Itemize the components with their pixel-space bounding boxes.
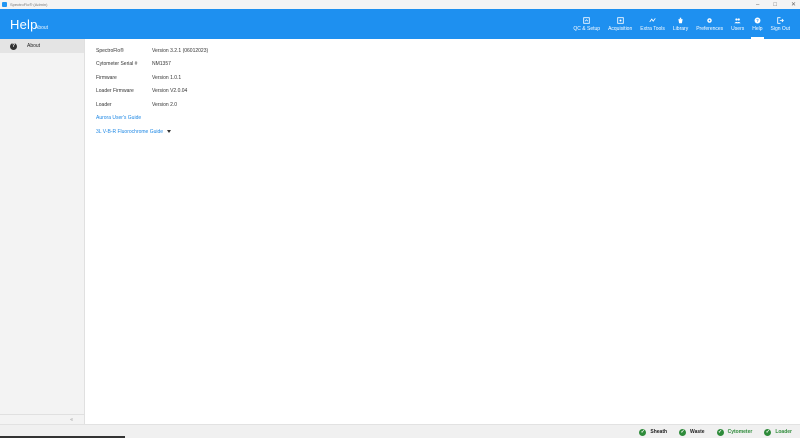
- chevron-down-icon[interactable]: [167, 130, 172, 134]
- nav-preferences[interactable]: Preferences: [692, 9, 727, 39]
- app-header: Help About QC & Setup Acquisition Extra …: [0, 9, 800, 39]
- info-key: Firmware: [96, 74, 117, 81]
- about-panel: SpectroFlo® Version 3.2.1 (06012023) Cyt…: [96, 44, 208, 139]
- info-row: Loader Version 2.0: [96, 98, 208, 112]
- minimize-icon[interactable]: –: [756, 2, 759, 8]
- sign-out-icon: [777, 16, 784, 24]
- status-cytometer: ✓ Cytometer: [716, 428, 753, 436]
- page-title: Help: [10, 17, 38, 32]
- info-key: Loader Firmware: [96, 88, 134, 95]
- nav-help[interactable]: ? Help: [748, 9, 766, 39]
- sidebar-footer: «: [0, 414, 85, 424]
- status-label: Loader: [775, 429, 792, 435]
- sidebar-item-label: About: [27, 43, 41, 49]
- nav-extra-tools[interactable]: Extra Tools: [636, 9, 669, 39]
- info-row: SpectroFlo® Version 3.2.1 (06012023): [96, 44, 208, 58]
- fluorochrome-guide-link[interactable]: 3L V-B-R Fluorochrome Guide: [96, 125, 208, 139]
- nav-label: Acquisition: [608, 25, 633, 32]
- status-sheath: ✓ Sheath: [639, 428, 668, 436]
- info-row: Cytometer Serial # NM1357: [96, 58, 208, 72]
- acquisition-icon: [616, 16, 624, 24]
- info-value: Version V2.0.04: [152, 88, 188, 95]
- info-value: Version 2.0: [152, 101, 178, 108]
- check-icon: ✓: [639, 428, 647, 436]
- sidebar: ? About «: [0, 39, 85, 424]
- nav-acquisition[interactable]: Acquisition: [604, 9, 636, 39]
- close-icon[interactable]: ✕: [791, 1, 796, 8]
- info-key: Loader: [96, 101, 112, 108]
- status-bar: ✓ Sheath ✓ Waste ✓ Cytometer ✓ Loader: [0, 424, 800, 438]
- info-value: Version 3.2.1 (06012023): [152, 47, 209, 54]
- status-loader: ✓ Loader: [764, 428, 792, 436]
- nav-label: Sign Out: [770, 25, 790, 32]
- sidebar-item-about[interactable]: ? About: [0, 39, 84, 53]
- info-row: Loader Firmware Version V2.0.04: [96, 85, 208, 99]
- collapse-sidebar-icon[interactable]: «: [70, 417, 73, 423]
- nav-label: Help: [752, 25, 763, 32]
- info-key: Cytometer Serial #: [96, 61, 138, 68]
- status-waste: ✓ Waste: [679, 428, 705, 436]
- top-nav: QC & Setup Acquisition Extra Tools Libra…: [569, 9, 794, 39]
- status-label: Sheath: [650, 429, 668, 435]
- nav-qc-setup[interactable]: QC & Setup: [569, 9, 604, 39]
- nav-label: Library: [672, 25, 689, 32]
- qc-icon: [583, 16, 590, 24]
- info-row: Firmware Version 1.0.1: [96, 71, 208, 85]
- check-icon: ✓: [716, 428, 724, 436]
- info-value: Version 1.0.1: [152, 74, 182, 81]
- library-icon: [678, 17, 683, 23]
- nav-library[interactable]: Library: [669, 9, 692, 39]
- gear-icon: [707, 17, 712, 23]
- info-value: NM1357: [152, 61, 171, 68]
- nav-label: Users: [731, 25, 745, 32]
- status-label: Cytometer: [727, 429, 753, 435]
- nav-sign-out[interactable]: Sign Out: [767, 9, 794, 39]
- check-icon: ✓: [764, 428, 772, 436]
- app-icon: [2, 2, 7, 7]
- info-key: SpectroFlo®: [96, 47, 124, 54]
- maximize-icon[interactable]: □: [773, 2, 777, 8]
- users-icon: [734, 17, 741, 23]
- nav-label: Preferences: [696, 25, 724, 32]
- nav-users[interactable]: Users: [727, 9, 748, 39]
- window-controls: – □ ✕: [756, 0, 796, 9]
- page-subtitle: About: [35, 25, 49, 31]
- window-titlebar: SpectroFlo® (Admin) – □ ✕: [0, 0, 800, 9]
- status-indicators: ✓ Sheath ✓ Waste ✓ Cytometer ✓ Loader: [639, 425, 792, 439]
- window-title: SpectroFlo® (Admin): [10, 2, 48, 7]
- help-icon: ?: [754, 17, 761, 23]
- status-label: Waste: [690, 429, 705, 435]
- user-guide-link[interactable]: Aurora User's Guide: [96, 112, 208, 126]
- user-guide-label: Aurora User's Guide: [96, 115, 142, 122]
- fluorochrome-guide-label: 3L V-B-R Fluorochrome Guide: [96, 128, 164, 135]
- nav-label: QC & Setup: [573, 25, 601, 32]
- check-icon: ✓: [679, 428, 687, 436]
- svg-text:?: ?: [756, 18, 759, 23]
- help-icon: ?: [10, 42, 17, 50]
- nav-label: Extra Tools: [640, 25, 665, 32]
- extra-tools-icon: [649, 17, 656, 22]
